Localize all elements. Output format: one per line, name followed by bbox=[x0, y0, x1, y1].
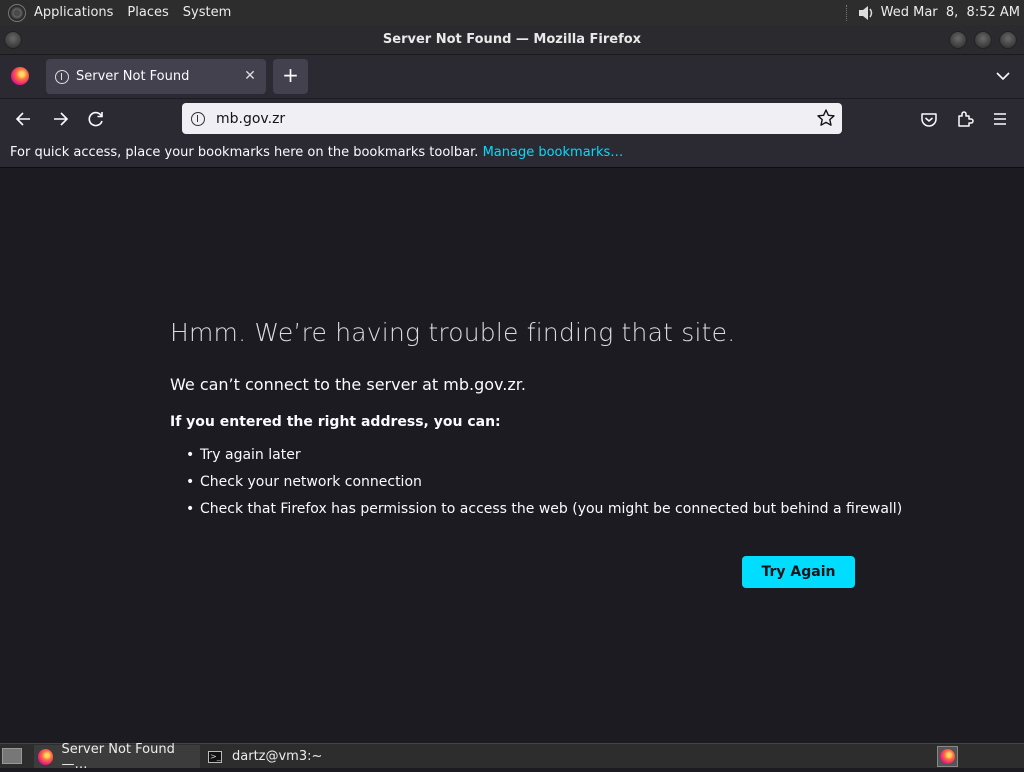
top-panel: Applications Places System Wed Mar 8, 8:… bbox=[0, 0, 1024, 25]
tab-label: Server Not Found bbox=[76, 69, 190, 84]
bookmark-star-icon[interactable] bbox=[816, 108, 836, 128]
list-item: Try again later bbox=[186, 447, 902, 474]
new-tab-button[interactable]: + bbox=[273, 59, 308, 94]
site-info-icon[interactable] bbox=[191, 111, 205, 126]
panel-separator bbox=[845, 4, 849, 21]
minimize-button[interactable] bbox=[949, 31, 967, 49]
window-title: Server Not Found — Mozilla Firefox bbox=[382, 32, 642, 47]
list-item: Check your network connection bbox=[186, 474, 902, 501]
url-bar[interactable]: mb.gov.zr bbox=[182, 103, 842, 134]
tab-strip: Server Not Found ✕ + bbox=[0, 55, 1024, 98]
show-desktop-icon[interactable] bbox=[2, 748, 22, 764]
taskbar-item-label: Server Not Found —… bbox=[61, 741, 175, 772]
error-hint: If you entered the right address, you ca… bbox=[170, 414, 501, 430]
taskbar-item-terminal[interactable]: >_ dartz@vm3:~ bbox=[204, 745, 404, 768]
tab-close-icon[interactable]: ✕ bbox=[242, 68, 258, 84]
list-item: Check that Firefox has permission to acc… bbox=[186, 501, 902, 528]
close-window-button[interactable] bbox=[999, 31, 1017, 49]
hamburger-menu-icon[interactable] bbox=[986, 105, 1014, 133]
taskbar-item-firefox[interactable]: Server Not Found —… bbox=[34, 742, 200, 772]
try-again-button[interactable]: Try Again bbox=[742, 556, 855, 588]
bookmarks-toolbar: For quick access, place your bookmarks h… bbox=[0, 138, 1024, 168]
maximize-button[interactable] bbox=[974, 31, 992, 49]
error-page: Hmm. We’re having trouble finding that s… bbox=[0, 168, 1024, 743]
manage-bookmarks-link[interactable]: Manage bookmarks… bbox=[483, 145, 624, 160]
back-arrow-icon[interactable] bbox=[10, 105, 38, 133]
firefox-icon bbox=[38, 748, 54, 765]
error-title: Hmm. We’re having trouble finding that s… bbox=[170, 318, 736, 347]
window-titlebar: Server Not Found — Mozilla Firefox bbox=[0, 25, 1024, 55]
info-icon bbox=[55, 69, 69, 84]
firefox-icon bbox=[940, 749, 955, 764]
taskbar-item-label: dartz@vm3:~ bbox=[232, 749, 323, 764]
terminal-icon: >_ bbox=[208, 750, 222, 763]
tab-server-not-found[interactable]: Server Not Found ✕ bbox=[46, 59, 266, 94]
clock[interactable]: Wed Mar 8, 8:52 AM bbox=[881, 5, 1020, 20]
firefox-view-icon[interactable] bbox=[11, 67, 29, 85]
applications-logo-icon[interactable] bbox=[8, 3, 26, 22]
bookmarks-message: For quick access, place your bookmarks h… bbox=[10, 145, 479, 160]
forward-arrow-icon[interactable] bbox=[46, 105, 74, 133]
suggestion-list: Try again later Check your network conne… bbox=[186, 447, 902, 528]
url-text[interactable]: mb.gov.zr bbox=[216, 111, 285, 127]
menu-system[interactable]: System bbox=[183, 5, 231, 20]
menu-places[interactable]: Places bbox=[127, 5, 168, 20]
reload-icon[interactable] bbox=[82, 105, 110, 133]
volume-icon[interactable] bbox=[857, 4, 875, 22]
menu-applications[interactable]: Applications bbox=[34, 5, 113, 20]
navigation-toolbar: mb.gov.zr bbox=[0, 98, 1024, 138]
list-all-tabs-chevron-icon[interactable] bbox=[994, 67, 1012, 85]
error-description: We can’t connect to the server at mb.gov… bbox=[170, 375, 526, 394]
taskbar: Server Not Found —… >_ dartz@vm3:~ bbox=[0, 742, 1024, 772]
extensions-icon[interactable] bbox=[951, 105, 979, 133]
pocket-icon[interactable] bbox=[915, 105, 943, 133]
workspace-switcher[interactable] bbox=[937, 746, 958, 767]
window-menu-button[interactable] bbox=[4, 31, 22, 49]
